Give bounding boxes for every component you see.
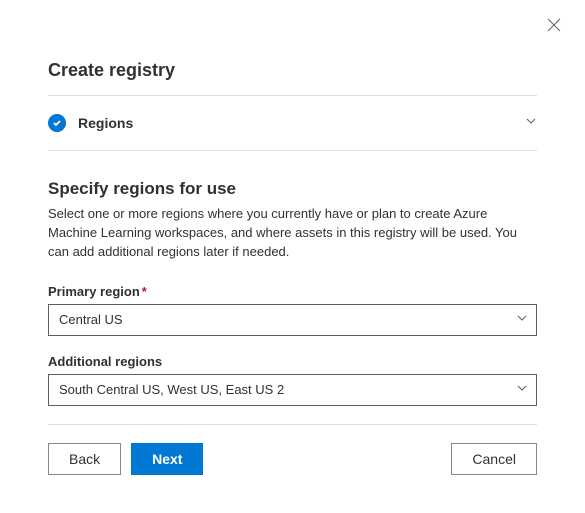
additional-regions-label: Additional regions (48, 354, 537, 369)
form-area: Specify regions for use Select one or mo… (48, 151, 537, 406)
back-button[interactable]: Back (48, 443, 121, 475)
primary-region-value: Central US (59, 312, 516, 327)
cancel-button[interactable]: Cancel (451, 443, 537, 475)
additional-regions-select[interactable]: South Central US, West US, East US 2 (48, 374, 537, 406)
chevron-down-icon (516, 312, 528, 327)
chevron-down-icon (516, 382, 528, 397)
close-icon (547, 18, 561, 32)
close-button[interactable] (547, 18, 561, 32)
form-description: Select one or more regions where you cur… (48, 205, 537, 262)
check-icon (48, 114, 66, 132)
footer: Back Next Cancel (48, 424, 537, 493)
additional-regions-value: South Central US, West US, East US 2 (59, 382, 516, 397)
step-label: Regions (78, 115, 525, 131)
primary-region-label: Primary region* (48, 284, 537, 299)
required-indicator: * (142, 284, 147, 299)
chevron-down-icon (525, 114, 537, 132)
primary-region-label-text: Primary region (48, 284, 140, 299)
next-button[interactable]: Next (131, 443, 203, 475)
form-heading: Specify regions for use (48, 179, 537, 199)
primary-region-select[interactable]: Central US (48, 304, 537, 336)
page-title: Create registry (48, 0, 537, 96)
step-regions[interactable]: Regions (48, 96, 537, 151)
